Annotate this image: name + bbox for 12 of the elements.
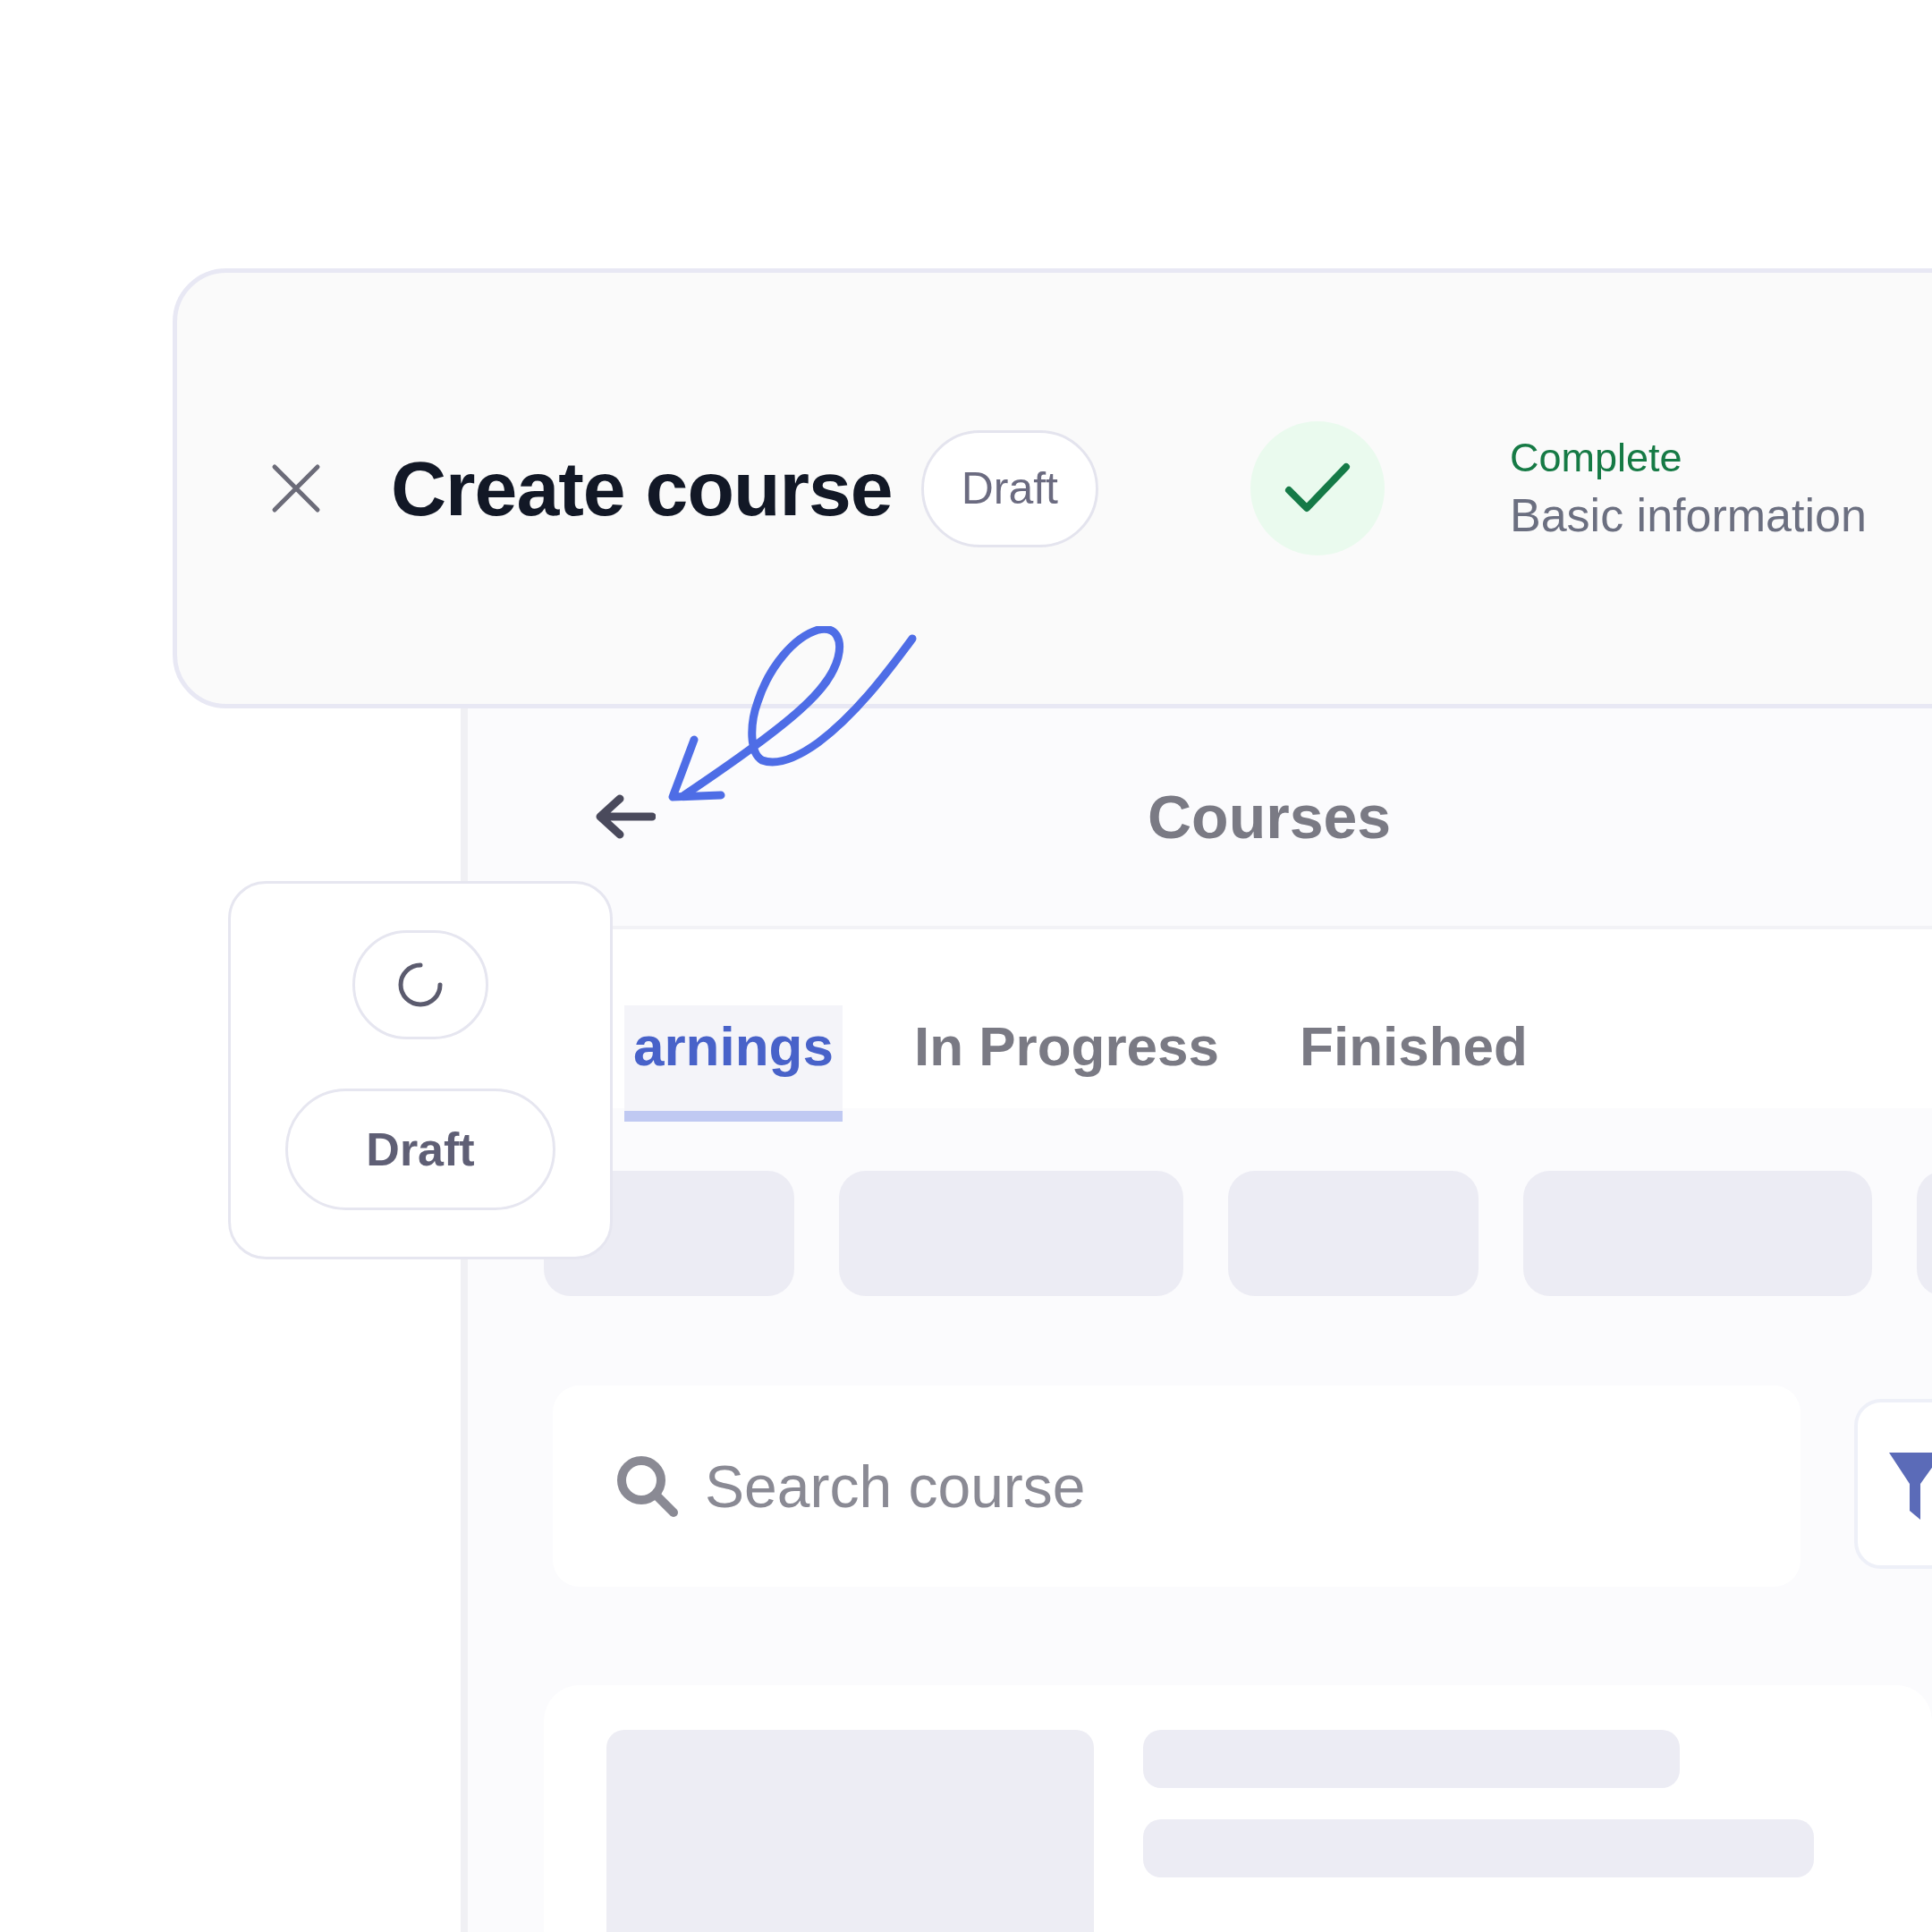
tab[interactable]: In Progress [904, 1005, 1229, 1122]
loading-button[interactable] [352, 930, 488, 1039]
tab[interactable]: arnings [624, 1005, 843, 1122]
tab[interactable]: Finished [1291, 1005, 1537, 1122]
page-title: Create course [391, 444, 893, 533]
status-badge: Draft [920, 429, 1098, 547]
close-icon[interactable] [271, 463, 321, 513]
step-name: Basic information [1510, 488, 1867, 542]
draft-button[interactable]: Draft [285, 1089, 555, 1210]
search-field[interactable]: Search course [553, 1385, 1801, 1587]
page-title: Courses [1148, 781, 1392, 852]
step-status: Complete [1510, 435, 1683, 481]
